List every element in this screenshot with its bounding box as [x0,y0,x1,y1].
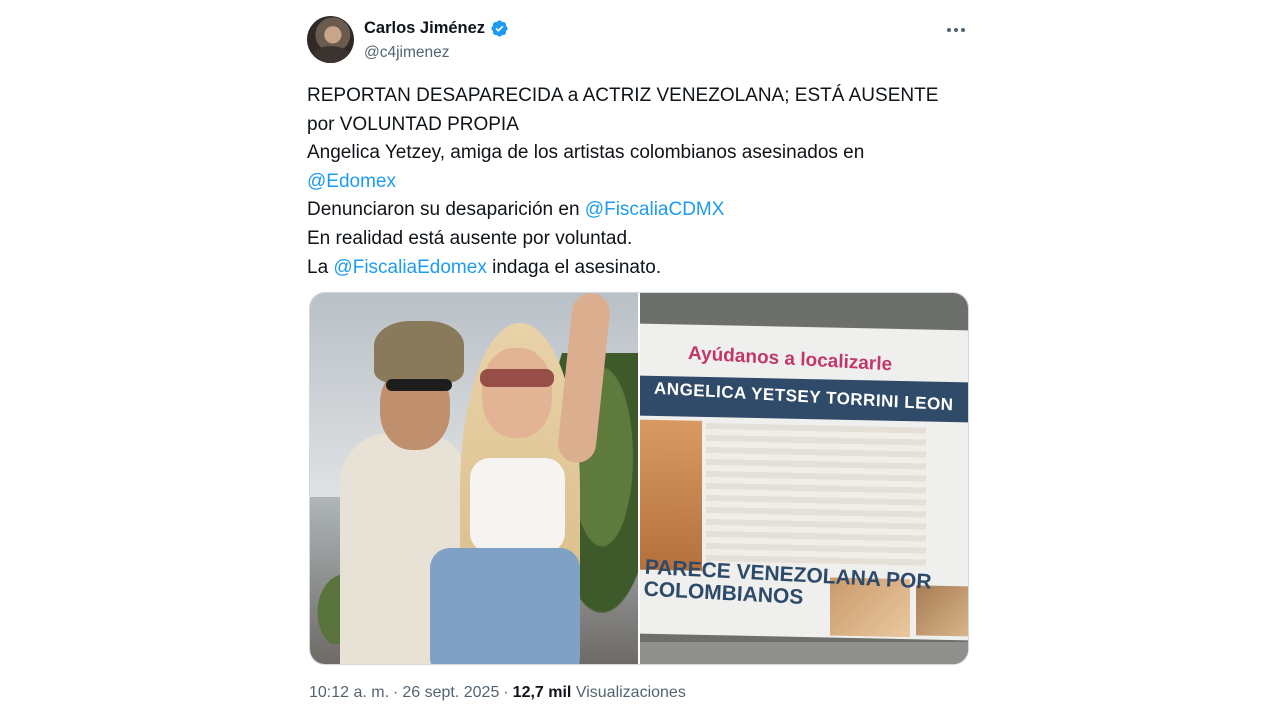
tweet-text-segment: Angelica Yetzey, amiga de los artistas c… [307,142,865,164]
tweet-time[interactable]: 10:12 a. m. [309,684,389,701]
tweet-date[interactable]: 26 sept. 2025 [402,684,499,701]
mention-link[interactable]: @Edomex [307,171,396,192]
author-display-name[interactable]: Carlos Jiménez [364,19,485,38]
verified-badge-icon [490,19,509,38]
author-name-row: Carlos Jiménez [364,19,509,38]
tweet-text-segment: indaga el asesinato. [486,256,662,278]
tweet-text: REPORTAN DESAPARECIDA a ACTRIZ VENEZOLAN… [307,82,971,282]
tweet-text-line: Denunciaron su desaparición en @Fiscalia… [307,196,971,225]
tweet-text-line: por VOLUNTAD PROPIA [307,111,971,140]
media-photo-2[interactable]: Ayúdanos a localizarle ANGELICA YETSEY T… [640,293,968,664]
author-handle[interactable]: @c4jimenez [364,44,450,62]
tweet-text-segment: REPORTAN DESAPARECIDA a ACTRIZ VENEZOLAN… [307,85,939,106]
tweet-text-segment: Denunciaron su desaparición en [307,199,585,221]
tweet: Carlos Jiménez @c4jimenez REPORTAN DESAP… [307,14,971,701]
tweet-text-line: En realidad está ausente por voluntad. [307,225,971,254]
more-options-icon[interactable] [943,20,969,40]
media-photo-1[interactable] [310,293,638,664]
tweet-text-segment: En realidad está ausente por voluntad. [307,227,633,249]
tweet-media: Ayúdanos a localizarle ANGELICA YETSEY T… [309,292,969,665]
tweet-text-line: La @FiscaliaEdomex indaga el asesinato. [307,254,971,283]
tweet-text-line: @Edomex [307,168,971,197]
poster-title: Ayúdanos a localizarle [687,343,893,376]
views-count: 12,7 mil [512,684,572,701]
tweet-header: Carlos Jiménez @c4jimenez [307,14,971,66]
mention-link[interactable]: @FiscaliaEdomex [333,257,486,278]
tweet-text-line: REPORTAN DESAPARECIDA a ACTRIZ VENEZOLAN… [307,82,971,111]
avatar[interactable] [307,16,354,63]
tweet-text-segment: por VOLUNTAD PROPIA [307,113,519,135]
poster-name: ANGELICA YETSEY TORRINI LEON [653,378,954,415]
views-label: Visualizaciones [575,684,686,701]
mention-link[interactable]: @FiscaliaCDMX [585,199,725,220]
tweet-text-line: Angelica Yetzey, amiga de los artistas c… [307,139,971,168]
tweet-text-segment: La [307,256,334,278]
tweet-meta: 10:12 a. m. · 26 sept. 2025 · 12,7 mil Visua… [309,684,686,701]
